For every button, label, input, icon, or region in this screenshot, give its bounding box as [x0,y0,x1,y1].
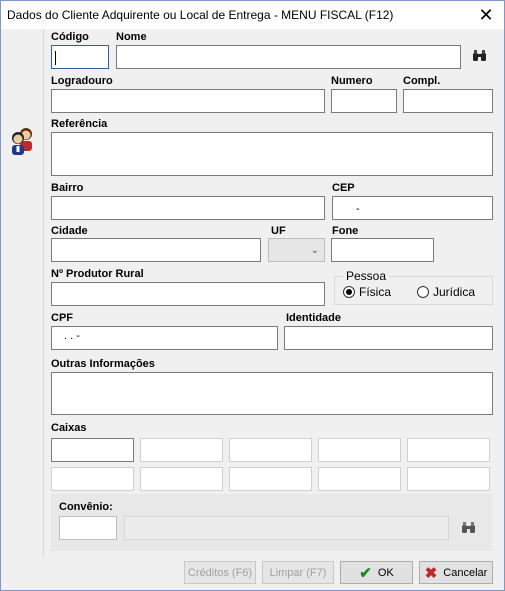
cidade-label: Cidade [51,225,88,237]
radio-juridica-label: Jurídica [433,285,476,299]
cpf-input[interactable]: . . - [51,326,278,350]
codigo-input[interactable] [51,45,109,69]
limpar-button-label: Limpar (F7) [269,566,327,579]
close-icon[interactable]: ✕ [476,5,496,25]
fone-input[interactable] [331,238,434,262]
ok-button-label: OK [377,566,394,579]
codigo-label: Código [51,31,89,43]
radio-fisica-label: Física [359,285,392,299]
button-bar: Créditos (F6) Limpar (F7) ✔ OK ✖ Cancelar [1,557,504,590]
text-cursor [55,51,56,65]
radio-unselected-icon [417,286,429,298]
creditos-button[interactable]: Créditos (F6) [184,561,256,584]
nome-label: Nome [116,31,147,43]
referencia-label: Referência [51,118,108,130]
compl-label: Compl. [403,75,441,87]
radio-fisica[interactable]: Física [343,285,391,299]
caixa-input[interactable] [407,438,490,462]
uf-select[interactable]: ⌄ [268,238,325,262]
uf-label: UF [271,225,286,237]
produtor-rural-input[interactable] [51,282,325,306]
radio-juridica[interactable]: Jurídica [417,285,475,299]
title-bar: Dados do Cliente Adquirente ou Local de … [1,1,504,29]
referencia-textarea[interactable] [51,132,493,176]
cpf-mask: . . - [64,330,80,342]
customers-icon [12,128,32,155]
numero-input[interactable] [331,89,397,113]
bairro-input[interactable] [51,196,325,220]
limpar-button[interactable]: Limpar (F7) [262,561,334,584]
pessoa-group: Pessoa Física Jurídica [334,269,493,305]
convenio-panel: Convênio: [51,494,492,551]
identidade-input[interactable] [284,326,493,350]
pessoa-title: Pessoa [343,269,390,283]
window-title: Dados do Cliente Adquirente ou Local de … [7,8,394,22]
cancelar-button-label: Cancelar [443,566,488,579]
compl-input[interactable] [403,89,493,113]
caixa-input[interactable] [140,438,223,462]
caixas-label: Caixas [51,422,87,434]
binoculars-search-icon[interactable] [461,522,476,534]
fone-label: Fone [332,225,359,237]
produtor-rural-label: Nº Produtor Rural [51,268,144,280]
outras-informacoes-label: Outras Informações [51,358,155,370]
convenio-name-input [124,516,449,540]
caixa-input[interactable] [318,438,401,462]
convenio-code-input[interactable] [59,516,117,540]
chevron-down-icon: ⌄ [310,245,319,256]
logradouro-label: Logradouro [51,75,113,87]
logradouro-input[interactable] [51,89,325,113]
x-icon: ✖ [424,564,438,582]
sidebar [1,29,44,582]
radio-selected-icon [343,286,355,298]
ok-button[interactable]: ✔ OK [340,561,413,584]
binoculars-search-icon[interactable] [472,50,487,62]
bairro-label: Bairro [51,182,84,194]
creditos-button-label: Créditos (F6) [187,566,253,579]
caixa-input[interactable] [51,467,134,491]
cidade-input[interactable] [51,238,261,262]
caixa-input[interactable] [51,438,134,462]
dialog-window: Dados do Cliente Adquirente ou Local de … [0,0,505,591]
outras-informacoes-textarea[interactable] [51,372,493,415]
cpf-label: CPF [51,312,73,324]
caixa-input[interactable] [229,438,312,462]
nome-input[interactable] [116,45,461,69]
caixa-input[interactable] [318,467,401,491]
convenio-label: Convênio: [59,501,113,513]
caixa-input[interactable] [407,467,490,491]
cancelar-button[interactable]: ✖ Cancelar [419,561,493,584]
caixa-input[interactable] [140,467,223,491]
cep-label: CEP [332,182,355,194]
cep-mask: - [356,203,360,215]
checkmark-icon: ✔ [359,564,372,582]
cep-input[interactable]: - [332,196,493,220]
numero-label: Numero [331,75,373,87]
identidade-label: Identidade [286,312,342,324]
caixa-input[interactable] [229,467,312,491]
